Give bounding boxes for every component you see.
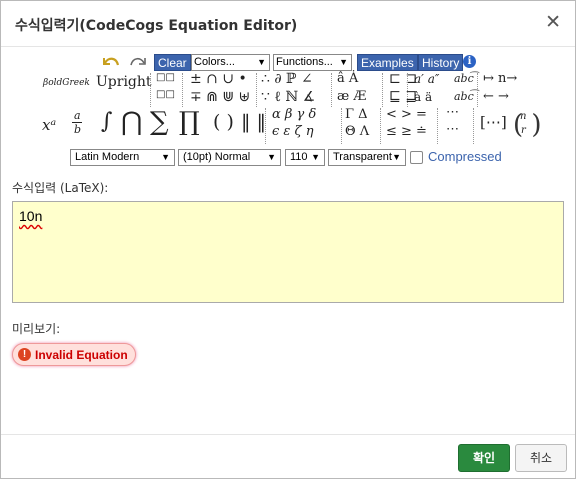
prime-symbols-2[interactable]: à ä bbox=[414, 90, 432, 104]
relation-symbols-2[interactable]: ∵ ℓ ℕ ∡ bbox=[261, 89, 315, 106]
binomial-bottom: r bbox=[521, 125, 526, 136]
chevron-down-icon: ▼ bbox=[392, 152, 401, 162]
history-button[interactable]: History bbox=[418, 54, 464, 71]
operator-symbols-2[interactable]: ∓ ⋒ ⋓ ⊎ bbox=[190, 89, 250, 105]
dpi-select-value: 110 bbox=[290, 151, 308, 163]
integral-button[interactable]: ∫ bbox=[101, 109, 112, 134]
latex-input-label: 수식입력 (LaTeX): bbox=[12, 181, 109, 195]
colors-select[interactable]: Colors... ▼ bbox=[191, 54, 270, 71]
box-symbols-2[interactable]: □□ bbox=[156, 89, 175, 100]
redo-icon[interactable] bbox=[127, 54, 149, 72]
dots-symbol-1[interactable]: ⋯ bbox=[446, 105, 459, 120]
box-symbols-1[interactable]: □□ bbox=[156, 72, 175, 83]
equation-editor-dialog: 수식입력기(CodeCogs Equation Editor) ✕ Clear … bbox=[0, 0, 576, 479]
binomial-top: n bbox=[520, 111, 527, 122]
background-select-value: Transparent bbox=[333, 151, 392, 163]
clear-button[interactable]: Clear bbox=[154, 54, 191, 71]
parentheses-button[interactable]: ( ) bbox=[213, 111, 234, 133]
divider bbox=[150, 73, 151, 107]
sum-button[interactable]: ∑ bbox=[150, 107, 169, 137]
invalid-equation-badge: ! Invalid Equation bbox=[12, 343, 136, 366]
relation-symbols-1[interactable]: ∴ ∂ ℙ ∠ bbox=[261, 71, 313, 87]
accent-symbols-2[interactable]: æ Æ bbox=[337, 89, 366, 104]
compressed-checkbox[interactable] bbox=[410, 151, 423, 164]
subset-symbols-1[interactable]: ⊏ ⊐ bbox=[389, 71, 417, 87]
norm-button[interactable]: ‖ ‖ bbox=[241, 111, 266, 133]
ok-button[interactable]: 확인 bbox=[458, 444, 510, 472]
divider bbox=[380, 108, 381, 144]
dialog-title: 수식입력기(CodeCogs Equation Editor) bbox=[15, 18, 298, 34]
upright-font-button[interactable]: Upright bbox=[96, 74, 152, 90]
greek-lower-1[interactable]: α β γ δ bbox=[272, 107, 316, 122]
divider bbox=[331, 73, 332, 107]
arc-symbol-1[interactable]: abc͡ bbox=[454, 72, 474, 85]
close-icon[interactable]: ✕ bbox=[545, 12, 561, 32]
size-select[interactable]: (10pt) Normal ▼ bbox=[178, 149, 281, 166]
divider bbox=[265, 108, 266, 144]
arrow-symbols-2[interactable]: ← → bbox=[483, 89, 509, 104]
dots-symbol-2[interactable]: ⋯ bbox=[446, 122, 459, 137]
divider bbox=[341, 108, 342, 144]
font-select[interactable]: Latin Modern ▼ bbox=[70, 149, 175, 166]
dialog-titlebar: 수식입력기(CodeCogs Equation Editor) ✕ bbox=[1, 1, 575, 47]
divider bbox=[182, 73, 183, 107]
cancel-button[interactable]: 취소 bbox=[515, 444, 567, 472]
chevron-down-icon: ▼ bbox=[267, 152, 276, 162]
greek-upper-1[interactable]: Γ Δ bbox=[345, 107, 368, 122]
arc-symbol-2[interactable]: abc͡ bbox=[454, 90, 474, 103]
product-button[interactable]: ∏ bbox=[179, 107, 200, 137]
functions-select-label: Functions... bbox=[276, 56, 333, 68]
info-icon[interactable]: i bbox=[463, 55, 476, 68]
inequality-symbols-1[interactable]: < > = bbox=[386, 107, 427, 122]
dpi-select[interactable]: 110 ▼ bbox=[285, 149, 325, 166]
background-select[interactable]: Transparent ▼ bbox=[328, 149, 406, 166]
font-select-value: Latin Modern bbox=[75, 151, 140, 163]
chevron-down-icon: ▼ bbox=[257, 57, 266, 67]
chevron-down-icon: ▼ bbox=[311, 152, 320, 162]
inequality-symbols-2[interactable]: ≤ ≥ ≐ bbox=[386, 124, 427, 139]
divider bbox=[473, 108, 474, 144]
greek-lower-2[interactable]: ϵ ε ζ η bbox=[272, 124, 314, 139]
undo-icon[interactable] bbox=[100, 54, 122, 72]
error-icon: ! bbox=[18, 348, 31, 361]
divider bbox=[382, 73, 383, 107]
preview-label: 미리보기: bbox=[12, 322, 61, 336]
arrow-symbols-1[interactable]: ↦ n→ bbox=[483, 71, 517, 86]
bold-greek-font-button[interactable]: βoldGreek bbox=[43, 78, 90, 88]
colors-select-label: Colors... bbox=[194, 56, 235, 68]
accent-symbols-1[interactable]: â Ȧ bbox=[337, 71, 358, 86]
examples-button[interactable]: Examples bbox=[357, 54, 418, 71]
divider bbox=[407, 73, 408, 107]
latex-textarea[interactable]: 10n bbox=[12, 201, 564, 303]
chevron-down-icon: ▼ bbox=[161, 152, 170, 162]
operator-symbols-1[interactable]: ± ∩ ∪ • bbox=[190, 71, 247, 87]
latex-textarea-value: 10n bbox=[19, 208, 43, 224]
size-select-value: (10pt) Normal bbox=[183, 151, 251, 163]
fraction-numerator: a bbox=[74, 109, 81, 122]
divider bbox=[256, 73, 257, 107]
functions-select[interactable]: Functions... ▼ bbox=[273, 54, 352, 71]
power-button[interactable]: xᵃ bbox=[42, 116, 56, 134]
greek-upper-2[interactable]: Θ Λ bbox=[345, 124, 369, 139]
prime-symbols-1[interactable]: a′ a″ bbox=[414, 72, 439, 86]
chevron-down-icon: ▼ bbox=[339, 57, 348, 67]
subset-symbols-2[interactable]: ⊑ ⊒ bbox=[389, 89, 417, 105]
fraction-denominator: b bbox=[74, 123, 82, 136]
compressed-label[interactable]: Compressed bbox=[428, 149, 502, 164]
binomial-paren-icon[interactable]: ( ) bbox=[513, 110, 542, 140]
matrix-button[interactable]: [⋯] bbox=[480, 113, 507, 131]
divider bbox=[477, 73, 478, 107]
divider bbox=[437, 108, 438, 144]
big-cap-button[interactable]: ⋂ bbox=[121, 107, 142, 137]
invalid-equation-text: Invalid Equation bbox=[35, 347, 128, 362]
